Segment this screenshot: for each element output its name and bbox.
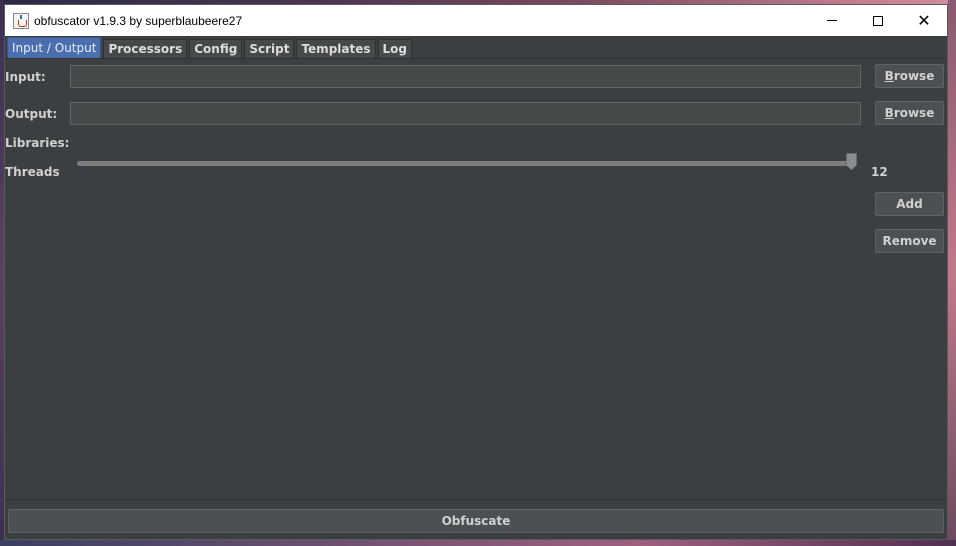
tab-log[interactable]: Log: [377, 39, 412, 58]
input-browse-button[interactable]: Browse: [875, 64, 944, 88]
maximize-icon: [873, 15, 883, 26]
maximize-button[interactable]: [855, 5, 901, 36]
tab-input-output[interactable]: Input / Output: [7, 37, 102, 58]
minimize-icon: [827, 20, 837, 21]
input-label: Input:: [5, 70, 46, 84]
browse-label: rowse: [893, 69, 935, 83]
add-library-button[interactable]: Add: [875, 192, 944, 216]
input-output-panel: Input: Browse Output: Browse Libraries: …: [5, 59, 947, 519]
output-field[interactable]: [70, 102, 861, 125]
app-window: obfuscator v1.9.3 by superblaubeere27 ✕ …: [4, 4, 948, 540]
close-icon: ✕: [917, 10, 931, 30]
close-button[interactable]: ✕: [901, 5, 947, 36]
tab-bar: Input / Output Processors Config Script …: [5, 36, 947, 59]
bottom-bar: Obfuscate: [5, 499, 947, 539]
java-icon: [13, 12, 29, 29]
desktop-background: [0, 540, 956, 546]
obfuscate-button[interactable]: Obfuscate: [8, 509, 944, 533]
threads-slider-thumb[interactable]: [846, 153, 857, 170]
threads-label: Threads: [5, 165, 60, 179]
desktop-background: [948, 0, 956, 546]
threads-value: 12: [871, 165, 888, 179]
libraries-label: Libraries:: [5, 136, 70, 150]
output-label: Output:: [5, 107, 58, 121]
browse-mnemonic: B: [884, 106, 894, 120]
threads-slider-track[interactable]: [77, 161, 857, 166]
remove-library-button[interactable]: Remove: [875, 229, 944, 253]
tab-config[interactable]: Config: [189, 39, 243, 58]
title-bar[interactable]: obfuscator v1.9.3 by superblaubeere27 ✕: [5, 5, 947, 36]
browse-mnemonic: B: [884, 69, 894, 83]
minimize-button[interactable]: [809, 5, 855, 36]
browse-label: rowse: [893, 106, 935, 120]
tab-templates[interactable]: Templates: [296, 39, 376, 58]
window-controls: ✕: [809, 5, 947, 36]
window-title: obfuscator v1.9.3 by superblaubeere27: [34, 13, 243, 28]
input-field[interactable]: [70, 65, 861, 88]
output-browse-button[interactable]: Browse: [875, 101, 944, 125]
tab-processors[interactable]: Processors: [103, 39, 188, 58]
tab-script[interactable]: Script: [244, 39, 295, 58]
